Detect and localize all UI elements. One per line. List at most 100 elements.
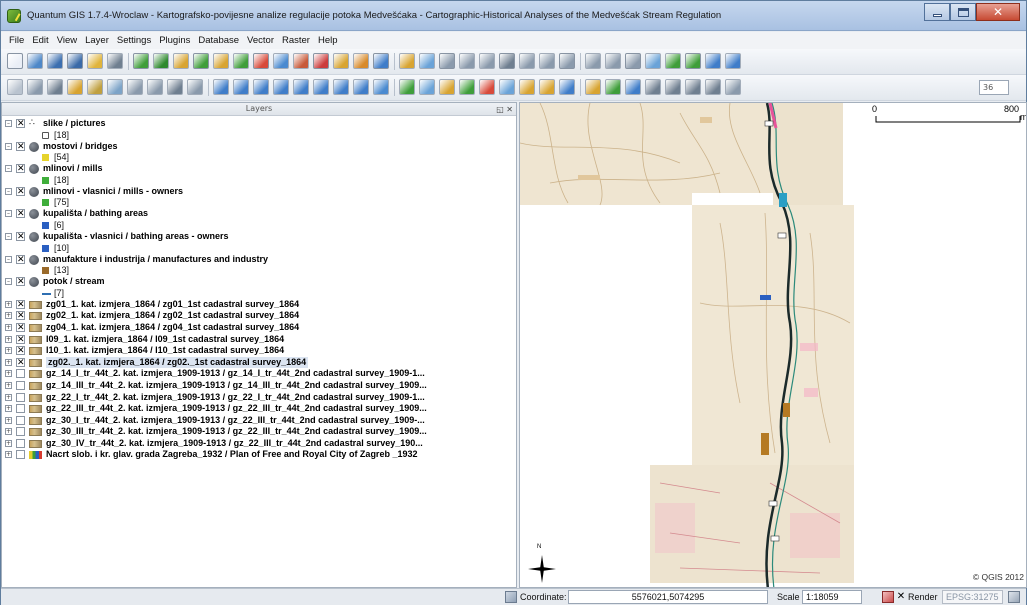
new-project-icon[interactable]	[7, 53, 23, 69]
toggle-editing-icon[interactable]	[313, 53, 329, 69]
expand-toggle[interactable]: +	[5, 451, 12, 459]
select-features-icon[interactable]	[419, 79, 435, 95]
menu-view[interactable]: View	[53, 35, 81, 46]
title-bar[interactable]: Quantum GIS 1.7.4-Wroclaw - Kartografsko…	[1, 1, 1026, 31]
cut-icon[interactable]	[519, 53, 535, 69]
new-bookmark-icon[interactable]	[539, 79, 555, 95]
layer-name[interactable]: l10_1. kat. izmjera_1864 / l10_1st cadas…	[46, 345, 284, 356]
zoom-in-icon[interactable]	[233, 79, 249, 95]
menu-help[interactable]: Help	[314, 35, 342, 46]
map-canvas[interactable]: 0 800 m N © QGIS 2012	[519, 102, 1027, 588]
layer-visibility-checkbox[interactable]: ✕	[16, 254, 25, 264]
zoom-full-icon[interactable]	[273, 79, 289, 95]
expand-toggle[interactable]: –	[5, 165, 12, 173]
layer-row[interactable]: – ✕ mlinovi - vlasnici / mills - owners	[2, 186, 516, 198]
raster-layer-row[interactable]: + ✕ zg02._1. kat. izmjera_1864 / zg02._1st…	[2, 356, 516, 369]
panel-float-close-buttons[interactable]: ◱ ✕	[496, 104, 513, 116]
add-wms-icon[interactable]	[213, 53, 229, 69]
layer-row[interactable]: – ✕ ∴ slike / pictures	[2, 118, 516, 130]
layer-name[interactable]: slike / pictures	[43, 118, 106, 129]
zoom-out-icon[interactable]	[253, 79, 269, 95]
remove-layer-icon[interactable]	[293, 53, 309, 69]
layer-visibility-checkbox[interactable]	[16, 415, 25, 425]
layer-row[interactable]: – ✕ mostovi / bridges	[2, 141, 516, 153]
move-feature-icon[interactable]	[459, 53, 475, 69]
expand-toggle[interactable]: –	[5, 187, 12, 195]
raster-layer-row[interactable]: + gz_22_III_tr_44t_2. kat. izmjera_1909-1…	[2, 403, 516, 415]
move-edit-icon[interactable]	[47, 79, 63, 95]
expand-toggle[interactable]: +	[5, 416, 12, 424]
text-annotation-icon[interactable]	[585, 79, 601, 95]
show-bookmarks-icon[interactable]	[559, 79, 575, 95]
layer-visibility-checkbox[interactable]	[16, 392, 25, 402]
maximize-button[interactable]	[950, 3, 976, 21]
layer-row[interactable]: – ✕ manufakture i industrija / manufacture…	[2, 254, 516, 266]
merge-icon[interactable]	[605, 53, 621, 69]
layer-row[interactable]: – ✕ mlinovi / mills	[2, 163, 516, 175]
new-layer-icon[interactable]	[273, 53, 289, 69]
layer-visibility-checkbox[interactable]	[16, 450, 25, 460]
expand-toggle[interactable]: +	[5, 300, 12, 308]
paste-icon[interactable]	[559, 53, 575, 69]
form-annotation-icon[interactable]	[605, 79, 621, 95]
plugin-a-icon[interactable]	[685, 53, 701, 69]
map-tips-icon[interactable]	[519, 79, 535, 95]
redo-icon[interactable]	[439, 53, 455, 69]
layer-name[interactable]: Nacrt slob. i kr. glav. grada Zagreba_19…	[46, 449, 417, 460]
identify-edit-icon[interactable]	[67, 79, 83, 95]
layer-name[interactable]: gz_30_III_tr_44t_2. kat. izmjera_1909-19…	[46, 426, 427, 437]
measure-line-icon[interactable]	[479, 79, 495, 95]
layer-name[interactable]: kupališta / bathing areas	[43, 208, 148, 219]
zoom-layer-icon[interactable]	[313, 79, 329, 95]
layer-name[interactable]: zg02._1. kat. izmjera_1864 / zg02._1st c…	[46, 356, 309, 368]
minimize-button[interactable]	[924, 3, 950, 21]
expand-toggle[interactable]: –	[5, 255, 12, 263]
change-labels-icon[interactable]	[147, 79, 163, 95]
refresh-icon[interactable]	[373, 79, 389, 95]
pan-map-icon[interactable]	[213, 79, 229, 95]
menu-settings[interactable]: Settings	[113, 35, 155, 46]
layer-name[interactable]: potok / stream	[43, 276, 105, 287]
expand-toggle[interactable]: +	[5, 439, 12, 447]
render-checkbox[interactable]: ✕	[896, 592, 906, 602]
layer-name[interactable]: gz_14_III_tr_44t_2. kat. izmjera_1909-19…	[46, 380, 427, 391]
undo-icon[interactable]	[419, 53, 435, 69]
pan-edit-icon[interactable]	[7, 79, 23, 95]
simplify-icon[interactable]	[665, 53, 681, 69]
layer-visibility-checkbox[interactable]	[16, 438, 25, 448]
raster-layer-row[interactable]: + ✕ l10_1. kat. izmjera_1864 / l10_1st cad…	[2, 345, 516, 357]
layer-name[interactable]: l09_1. kat. izmjera_1864 / l09_1st cadas…	[46, 334, 284, 345]
layer-visibility-checkbox[interactable]: ✕	[16, 322, 25, 332]
layer-visibility-checkbox[interactable]: ✕	[16, 277, 25, 287]
raster-layer-row[interactable]: + ✕ l09_1. kat. izmjera_1864 / l09_1st cad…	[2, 334, 516, 346]
menu-layer[interactable]: Layer	[81, 35, 113, 46]
raster-calc-icon[interactable]	[665, 79, 681, 95]
layer-visibility-checkbox[interactable]: ✕	[16, 209, 25, 219]
print-icon[interactable]	[107, 53, 123, 69]
select-edit-icon[interactable]	[27, 79, 43, 95]
layer-name[interactable]: mlinovi / mills	[43, 163, 103, 174]
histogram-icon[interactable]	[685, 79, 701, 95]
add-raster-icon[interactable]	[153, 53, 169, 69]
save-project-icon[interactable]	[47, 53, 63, 69]
open-attribute-table-icon[interactable]	[459, 79, 475, 95]
layer-visibility-checkbox[interactable]: ✕	[16, 346, 25, 356]
layer-name[interactable]: gz_30_IV_tr_44t_2. kat. izmjera_1909-191…	[46, 438, 423, 449]
layer-visibility-checkbox[interactable]: ✕	[16, 186, 25, 196]
expand-toggle[interactable]: +	[5, 312, 12, 320]
rotate-map-icon[interactable]	[725, 79, 741, 95]
expand-toggle[interactable]: –	[5, 278, 12, 286]
annotation-icon[interactable]	[187, 79, 203, 95]
layer-visibility-checkbox[interactable]	[16, 404, 25, 414]
projection-icon[interactable]	[1008, 591, 1020, 603]
expand-toggle[interactable]: +	[5, 323, 12, 331]
layer-name[interactable]: zg04_1. kat. izmjera_1864 / zg04_1st cad…	[46, 322, 299, 333]
expand-toggle[interactable]: +	[5, 358, 12, 366]
add-postgis-icon[interactable]	[173, 53, 189, 69]
plugin-b-icon[interactable]	[705, 53, 721, 69]
expand-toggle[interactable]: +	[5, 335, 12, 343]
raster-layer-row[interactable]: + Nacrt slob. i kr. glav. grada Zagreba_1…	[2, 449, 516, 461]
layer-visibility-checkbox[interactable]: ✕	[16, 357, 25, 367]
layer-visibility-checkbox[interactable]: ✕	[16, 231, 25, 241]
raster-layer-row[interactable]: + gz_30_III_tr_44t_2. kat. izmjera_1909-1…	[2, 426, 516, 438]
